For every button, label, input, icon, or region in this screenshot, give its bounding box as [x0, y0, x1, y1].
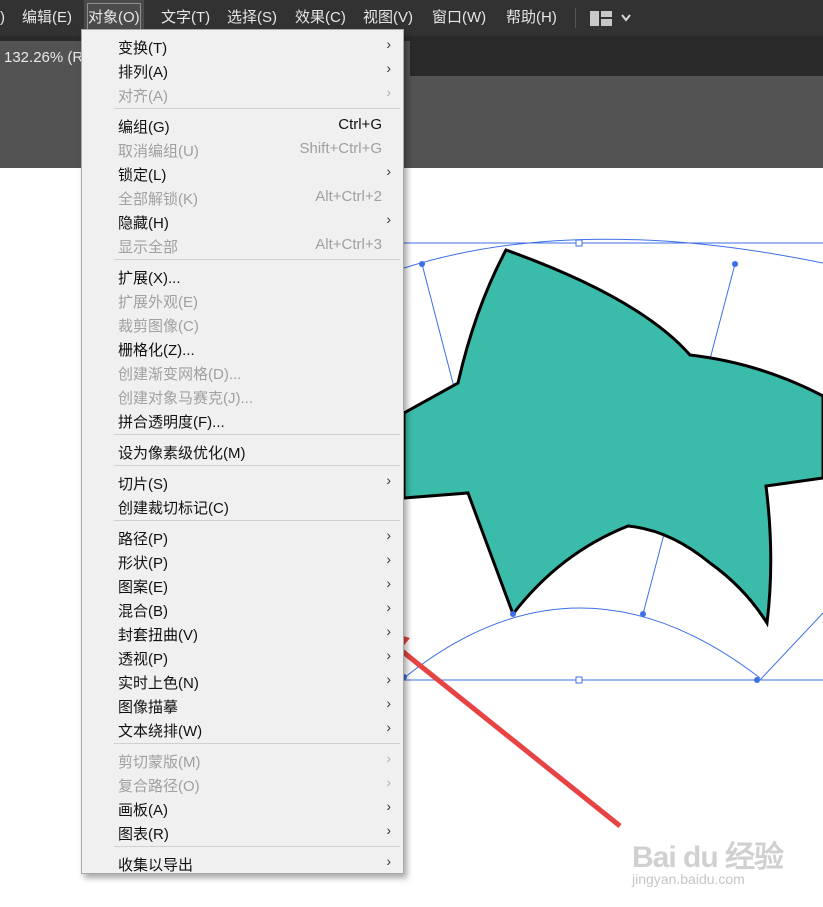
submenu-arrow-icon: › — [386, 671, 391, 687]
menu-item-lock[interactable]: 锁定(L) › — [82, 161, 403, 185]
watermark-logo: Bai du 经验 — [632, 841, 784, 874]
menu-item-edit[interactable]: 编辑(E) — [22, 0, 72, 36]
menu-item-ungroup: 取消编组(U) Shift+Ctrl+G — [118, 140, 382, 160]
menu-item-help[interactable]: 帮助(H) — [506, 0, 557, 36]
watermark-url: jingyan.baidu.com — [632, 871, 745, 887]
menu-item-align: 对齐(A) › — [118, 84, 391, 105]
menu-divider — [114, 259, 400, 260]
menu-divider — [114, 108, 400, 109]
workspace-layout-icon[interactable] — [590, 11, 612, 26]
menu-item-partial[interactable]: ) — [0, 0, 5, 36]
menu-item-clipping-mask: 剪切蒙版(M) › — [118, 750, 391, 771]
submenu-arrow-icon: › — [386, 36, 391, 52]
shortcut-label: Alt+Ctrl+2 — [315, 188, 382, 205]
submenu-arrow-icon: › — [386, 774, 391, 790]
menu-item-crop-image: 裁剪图像(C) — [118, 318, 199, 335]
menu-divider — [114, 465, 400, 466]
menu-item-image-trace[interactable]: 图像描摹 › — [82, 693, 403, 717]
submenu-arrow-icon: › — [386, 822, 391, 838]
menu-item-collect-for-export[interactable]: 收集以导出 › — [82, 851, 403, 875]
menu-item-graph[interactable]: 图表(R) › — [82, 820, 403, 844]
submenu-arrow-icon: › — [386, 695, 391, 711]
submenu-arrow-icon: › — [386, 84, 391, 100]
shortcut-label: Shift+Ctrl+G — [299, 140, 382, 157]
menu-item-group[interactable]: 编组(G) Ctrl+G — [82, 113, 403, 137]
menu-item-create-gradient-mesh: 创建渐变网格(D)... — [118, 366, 242, 383]
submenu-arrow-icon: › — [386, 551, 391, 567]
menu-item-slice[interactable]: 切片(S) › — [82, 470, 403, 494]
submenu-arrow-icon: › — [386, 750, 391, 766]
menu-item-arrange[interactable]: 排列(A) › — [82, 58, 403, 82]
menu-item-unlock-all: 全部解锁(K) Alt+Ctrl+2 — [118, 188, 382, 208]
menu-item-live-paint[interactable]: 实时上色(N) › — [82, 669, 403, 693]
submenu-arrow-icon: › — [386, 853, 391, 869]
menu-item-perspective[interactable]: 透视(P) › — [82, 645, 403, 669]
menu-item-hide[interactable]: 隐藏(H) › — [82, 209, 403, 233]
menu-item-blend[interactable]: 混合(B) › — [82, 597, 403, 621]
star-shape[interactable] — [402, 248, 823, 628]
menu-divider — [114, 520, 400, 521]
shortcut-label: Alt+Ctrl+3 — [315, 236, 382, 253]
submenu-arrow-icon: › — [386, 719, 391, 735]
submenu-arrow-icon: › — [386, 647, 391, 663]
menu-item-artboards[interactable]: 画板(A) › — [82, 796, 403, 820]
menu-item-compound-path: 复合路径(O) › — [118, 774, 391, 795]
menu-item-create-object-mosaic: 创建对象马赛克(J)... — [118, 390, 253, 407]
menu-item-pixel-optimize[interactable]: 设为像素级优化(M) — [82, 439, 403, 463]
submenu-arrow-icon: › — [386, 211, 391, 227]
submenu-arrow-icon: › — [386, 527, 391, 543]
menu-item-show-all: 显示全部 Alt+Ctrl+3 — [118, 236, 382, 256]
menu-item-path[interactable]: 路径(P) › — [82, 525, 403, 549]
menu-item-expand-appearance: 扩展外观(E) — [118, 294, 198, 311]
menu-item-create-trim-marks[interactable]: 创建裁切标记(C) — [82, 494, 403, 518]
menu-item-rasterize[interactable]: 栅格化(Z)... — [82, 336, 403, 360]
menu-item-transform[interactable]: 变换(T) › — [82, 34, 403, 58]
shortcut-label: Ctrl+G — [338, 116, 382, 133]
menu-item-pattern[interactable]: 图案(E) › — [82, 573, 403, 597]
submenu-arrow-icon: › — [386, 599, 391, 615]
red-arrow-annotation — [369, 626, 622, 828]
object-menu-dropdown: 变换(T) › 排列(A) › 对齐(A) › 编组(G) Ctrl+G 取消编组(U)… — [81, 29, 404, 874]
menu-item-text-wrap[interactable]: 文本绕排(W) › — [82, 717, 403, 741]
submenu-arrow-icon: › — [386, 60, 391, 76]
menu-bar-divider — [575, 8, 576, 28]
menu-divider — [114, 434, 400, 435]
submenu-arrow-icon: › — [386, 472, 391, 488]
submenu-arrow-icon: › — [386, 575, 391, 591]
submenu-arrow-icon: › — [386, 163, 391, 179]
submenu-arrow-icon: › — [386, 798, 391, 814]
menu-item-shape[interactable]: 形状(P) › — [82, 549, 403, 573]
submenu-arrow-icon: › — [386, 623, 391, 639]
menu-item-envelope-distort[interactable]: 封套扭曲(V) › — [82, 621, 403, 645]
menu-item-window[interactable]: 窗口(W) — [432, 0, 486, 36]
menu-divider — [114, 743, 400, 744]
menu-item-expand[interactable]: 扩展(X)... — [82, 264, 403, 288]
menu-divider — [114, 846, 400, 847]
menu-item-flatten-transparency[interactable]: 拼合透明度(F)... — [82, 408, 403, 432]
chevron-down-icon[interactable] — [620, 0, 632, 36]
